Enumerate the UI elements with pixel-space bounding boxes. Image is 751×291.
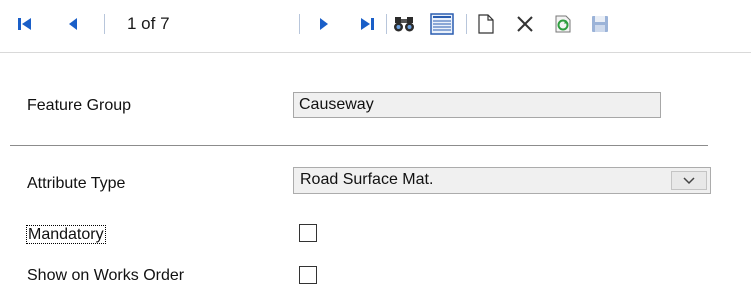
mandatory-checkbox[interactable]	[299, 224, 317, 242]
attribute-type-select[interactable]: Road Surface Mat.	[293, 167, 711, 194]
record-position: 1 of 7	[127, 14, 170, 33]
toolbar-separator	[104, 14, 105, 34]
refresh-icon[interactable]	[552, 13, 574, 35]
save-disk-icon[interactable]	[589, 13, 611, 35]
mandatory-label[interactable]: Mandatory	[26, 225, 106, 245]
section-divider	[10, 145, 708, 146]
toolbar-separator	[299, 14, 300, 34]
attribute-type-value: Road Surface Mat.	[300, 171, 434, 188]
feature-group-field: Causeway	[293, 92, 661, 118]
previous-record-icon[interactable]	[62, 13, 84, 35]
dropdown-button[interactable]	[671, 171, 707, 190]
delete-x-icon[interactable]	[513, 13, 537, 35]
feature-group-label: Feature Group	[27, 97, 132, 114]
toolbar-separator	[466, 14, 467, 34]
toolbar-separator	[386, 14, 387, 34]
show-on-works-order-label: Show on Works Order	[27, 267, 185, 284]
attribute-type-label: Attribute Type	[27, 175, 126, 192]
new-document-icon[interactable]	[475, 13, 497, 35]
last-record-icon[interactable]	[356, 13, 378, 35]
next-record-icon[interactable]	[313, 13, 335, 35]
show-on-works-order-checkbox[interactable]	[299, 266, 317, 284]
mandatory-label-text: Mandatory	[26, 225, 106, 244]
record-toolbar: 1 of 7	[0, 0, 751, 53]
binoculars-icon[interactable]	[391, 13, 417, 35]
list-view-icon[interactable]	[427, 13, 457, 35]
chevron-down-icon	[683, 176, 695, 184]
first-record-icon[interactable]	[14, 13, 36, 35]
